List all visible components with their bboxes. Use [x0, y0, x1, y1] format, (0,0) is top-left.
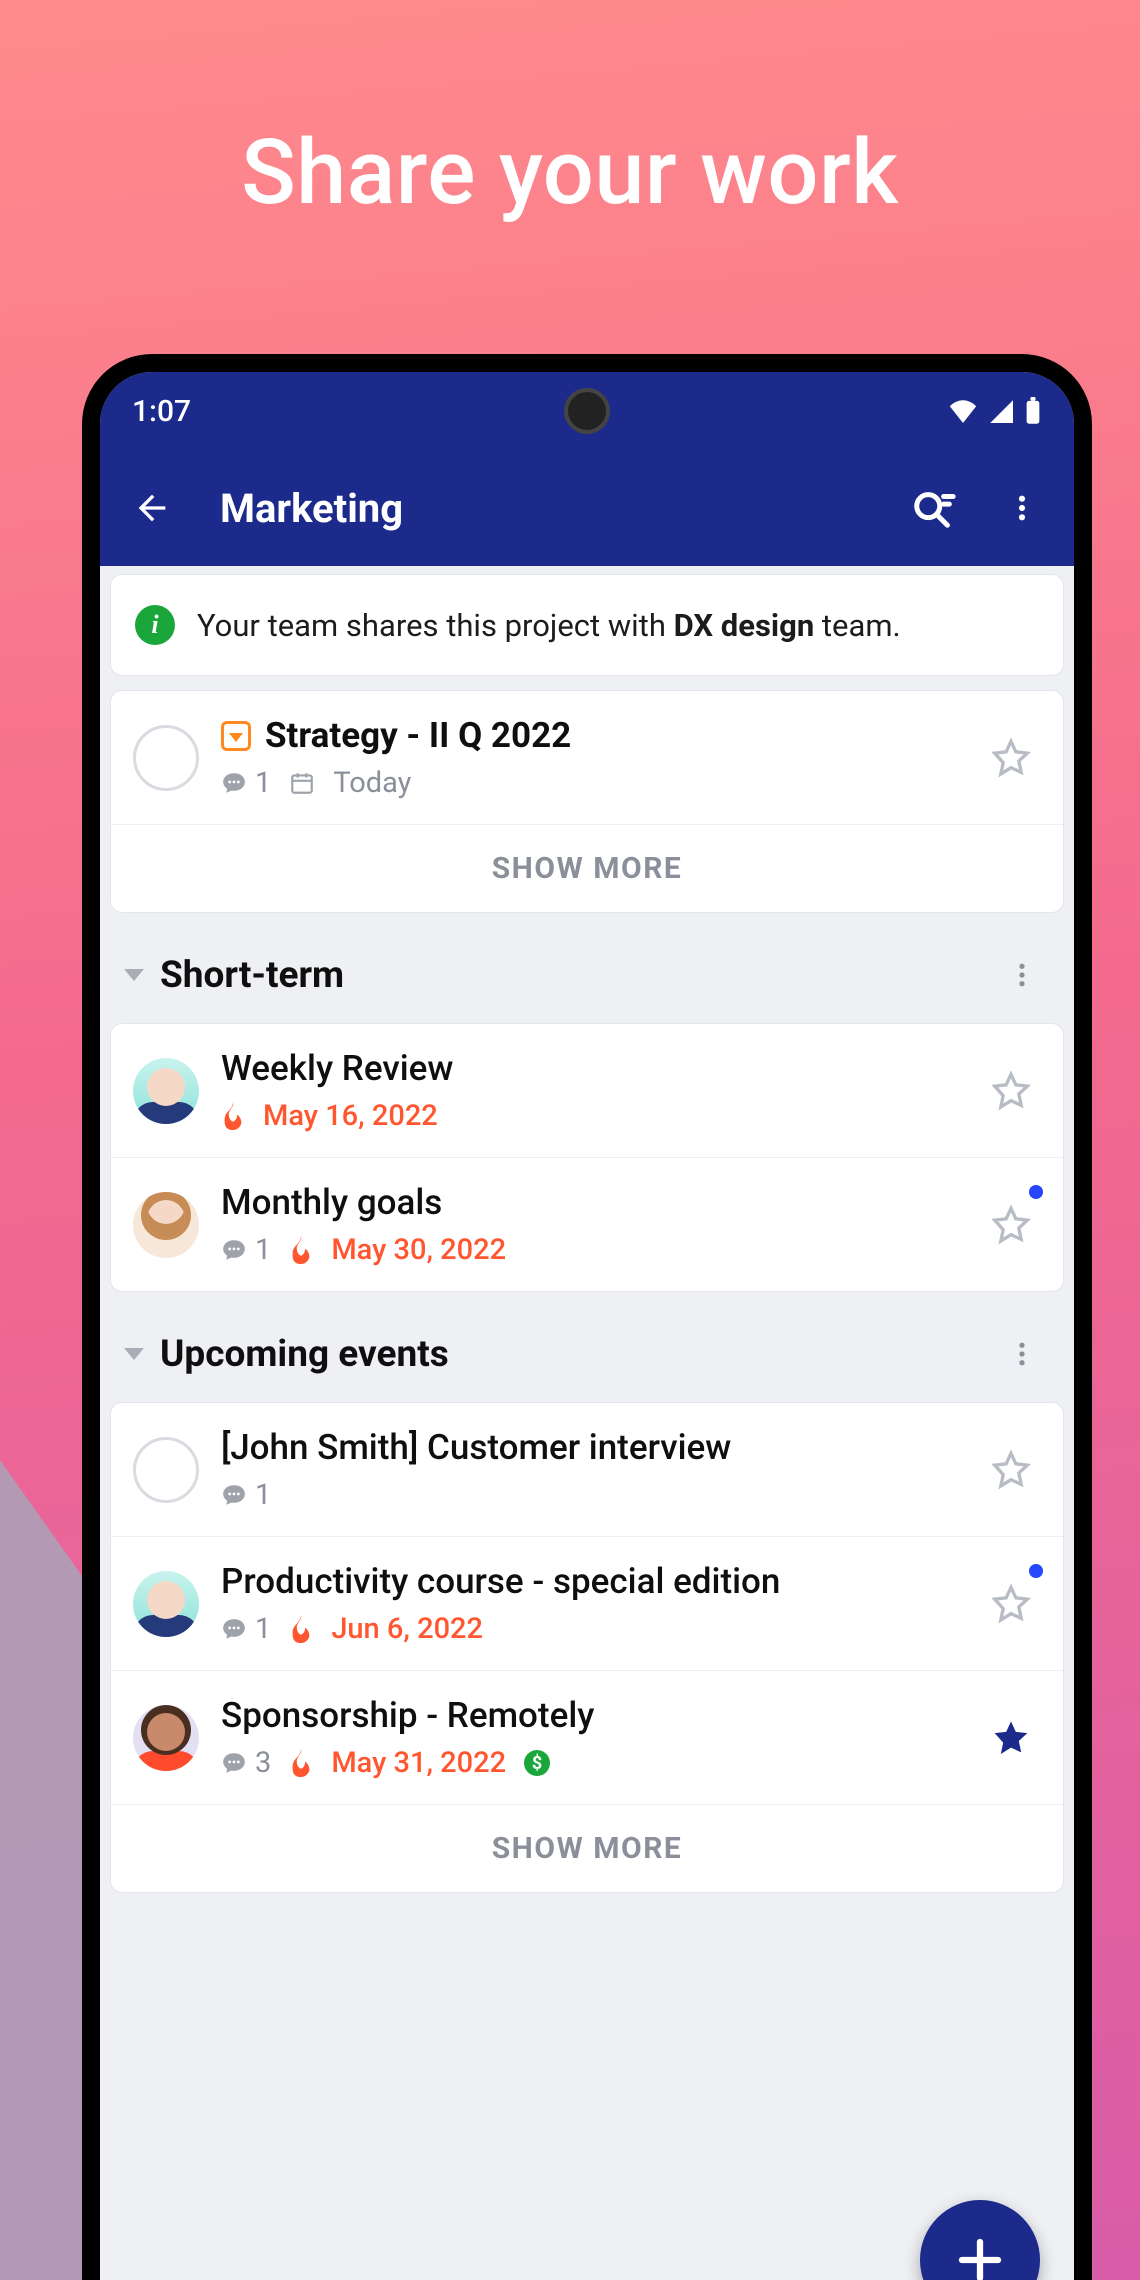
- info-text: Your team shares this project with DX de…: [197, 607, 901, 644]
- complete-circle[interactable]: [133, 1437, 199, 1503]
- star-column: [981, 1071, 1041, 1111]
- due-label: Today: [333, 766, 411, 800]
- star-icon[interactable]: [991, 738, 1031, 778]
- star-icon[interactable]: [991, 1071, 1031, 1111]
- section-header[interactable]: Upcoming events: [110, 1306, 1064, 1402]
- task-body: Weekly Review May 16, 2022: [221, 1048, 959, 1133]
- section-header[interactable]: Short-term: [110, 927, 1064, 1023]
- task-meta: 1 Jun 6, 2022: [221, 1612, 959, 1646]
- unread-dot-icon: [1029, 1564, 1043, 1578]
- section-title: Upcoming events: [160, 1333, 984, 1376]
- task-title: Productivity course - special edition: [221, 1561, 959, 1602]
- avatar[interactable]: [133, 1705, 199, 1771]
- collapse-icon: [124, 969, 144, 981]
- task-title: Weekly Review: [221, 1048, 959, 1089]
- battery-icon: [1024, 397, 1042, 425]
- task-meta: 3 May 31, 2022 $: [221, 1746, 959, 1780]
- add-fab[interactable]: [920, 2200, 1040, 2280]
- status-time: 1:07: [132, 394, 191, 429]
- task-title: Monthly goals: [221, 1182, 959, 1223]
- info-banner-card: i Your team shares this project with DX …: [110, 574, 1064, 676]
- info-banner[interactable]: i Your team shares this project with DX …: [111, 575, 1063, 675]
- comment-count: 1: [221, 1478, 271, 1512]
- task-row[interactable]: Strategy - II Q 2022 1 Today: [111, 691, 1063, 824]
- due-date: Jun 6, 2022: [331, 1612, 483, 1646]
- task-row[interactable]: Monthly goals 1 May 30, 2022: [111, 1157, 1063, 1291]
- dollar-icon: $: [524, 1750, 550, 1776]
- due-date: May 30, 2022: [331, 1233, 506, 1267]
- content-area: i Your team shares this project with DX …: [100, 566, 1074, 1893]
- promo-title: Share your work: [0, 120, 1140, 225]
- section-card: Weekly Review May 16, 2022: [110, 1023, 1064, 1292]
- task-meta: May 16, 2022: [221, 1099, 959, 1133]
- task-body: Strategy - II Q 2022 1 Today: [221, 715, 959, 800]
- app-bar: Marketing: [100, 450, 1074, 566]
- search-filter-button[interactable]: [904, 478, 964, 538]
- show-more-button[interactable]: SHOW MORE: [111, 824, 1063, 912]
- task-title: Sponsorship - Remotely: [221, 1695, 959, 1736]
- task-row[interactable]: [John Smith] Customer interview 1: [111, 1403, 1063, 1536]
- task-row[interactable]: Sponsorship - Remotely 3 May 31, 2022: [111, 1670, 1063, 1804]
- section-more-button[interactable]: [1000, 1332, 1044, 1376]
- task-body: Sponsorship - Remotely 3 May 31, 2022: [221, 1695, 959, 1780]
- calendar-icon: [289, 770, 315, 796]
- star-icon[interactable]: [991, 1205, 1031, 1245]
- task-meta: 1 Today: [221, 766, 959, 800]
- star-column: [981, 1584, 1041, 1624]
- section-more-button[interactable]: [1000, 953, 1044, 997]
- task-row[interactable]: Weekly Review May 16, 2022: [111, 1024, 1063, 1157]
- task-title: Strategy - II Q 2022: [221, 715, 959, 756]
- avatar[interactable]: [133, 1192, 199, 1258]
- phone-frame: 1:07 Mark: [82, 354, 1092, 2280]
- task-title: [John Smith] Customer interview: [221, 1427, 959, 1468]
- avatar[interactable]: [133, 1571, 199, 1637]
- star-icon[interactable]: [991, 1718, 1031, 1758]
- task-body: [John Smith] Customer interview 1: [221, 1427, 959, 1512]
- pinned-card: Strategy - II Q 2022 1 Today: [110, 690, 1064, 913]
- unread-dot-icon: [1029, 1185, 1043, 1199]
- info-icon: i: [135, 605, 175, 645]
- complete-circle[interactable]: [133, 725, 199, 791]
- back-button[interactable]: [122, 478, 182, 538]
- task-meta: 1: [221, 1478, 959, 1512]
- flame-icon: [289, 1236, 313, 1264]
- flame-icon: [289, 1749, 313, 1777]
- comment-count: 1: [221, 1233, 271, 1267]
- comment-count: 1: [221, 766, 271, 800]
- promo-background: Share your work 1:07: [0, 0, 1140, 2280]
- comment-count: 3: [221, 1746, 271, 1780]
- appbar-title: Marketing: [210, 485, 876, 532]
- star-column: [981, 1205, 1041, 1245]
- star-column: [981, 738, 1041, 778]
- cellular-icon: [988, 399, 1014, 423]
- flame-icon: [289, 1615, 313, 1643]
- front-camera: [564, 388, 610, 434]
- collapse-icon: [124, 1348, 144, 1360]
- comment-count: 1: [221, 1612, 271, 1646]
- phone-screen: 1:07 Mark: [100, 372, 1074, 2280]
- star-column: [981, 1718, 1041, 1758]
- status-bar: 1:07: [100, 372, 1074, 450]
- avatar[interactable]: [133, 1058, 199, 1124]
- status-icons: [948, 397, 1042, 425]
- task-body: Productivity course - special edition 1 …: [221, 1561, 959, 1646]
- star-icon[interactable]: [991, 1584, 1031, 1624]
- star-icon[interactable]: [991, 1450, 1031, 1490]
- wifi-icon: [948, 399, 978, 423]
- section-title: Short-term: [160, 954, 984, 997]
- inbox-icon: [221, 721, 251, 751]
- due-date: May 31, 2022: [331, 1746, 506, 1780]
- star-column: [981, 1450, 1041, 1490]
- due-date: May 16, 2022: [263, 1099, 438, 1133]
- section-card: [John Smith] Customer interview 1: [110, 1402, 1064, 1893]
- task-row[interactable]: Productivity course - special edition 1 …: [111, 1536, 1063, 1670]
- show-more-button[interactable]: SHOW MORE: [111, 1804, 1063, 1892]
- task-body: Monthly goals 1 May 30, 2022: [221, 1182, 959, 1267]
- task-meta: 1 May 30, 2022: [221, 1233, 959, 1267]
- more-menu-button[interactable]: [992, 478, 1052, 538]
- flame-icon: [221, 1102, 245, 1130]
